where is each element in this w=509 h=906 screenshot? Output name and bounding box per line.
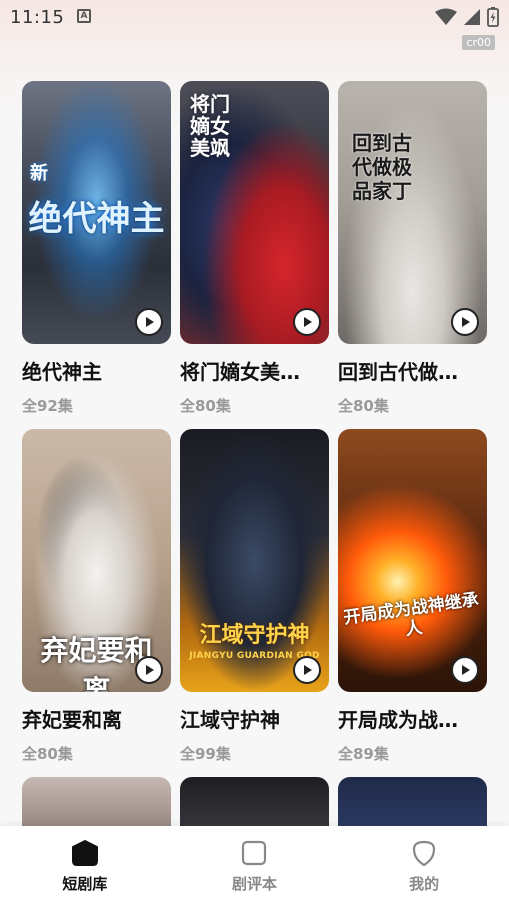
poster-title: 绝代神主 — [28, 199, 165, 239]
shield-icon — [413, 840, 436, 866]
play-icon — [462, 665, 470, 675]
drama-card[interactable]: 弃妃要和离 弃妃要和离 全80集 — [22, 429, 171, 764]
play-button[interactable] — [451, 308, 479, 336]
drama-card[interactable]: 开局成为战神继承人 开局成为战… 全89集 — [338, 429, 487, 764]
drama-title[interactable]: 绝代神主 — [22, 356, 171, 385]
drama-poster[interactable]: 弃妃要和离 — [22, 429, 171, 692]
status-bar: 11:15 A — [0, 0, 509, 36]
nav-label: 剧评本 — [231, 874, 277, 893]
poster-title: 回到古代做极品家丁 — [352, 131, 412, 203]
signal-icon — [464, 9, 480, 25]
drama-title[interactable]: 回到古代做… — [338, 356, 487, 385]
play-icon — [462, 317, 470, 327]
hexagon-icon — [71, 839, 98, 866]
poster-subtitle: 新 — [30, 163, 48, 184]
play-icon — [304, 665, 312, 675]
status-icons — [435, 7, 499, 27]
status-time: 11:15 — [10, 7, 65, 28]
nav-label: 短剧库 — [62, 874, 108, 893]
play-icon — [304, 317, 312, 327]
play-icon — [146, 317, 154, 327]
episode-count: 全80集 — [22, 745, 73, 763]
wifi-icon — [435, 8, 457, 25]
poster-art — [338, 81, 487, 344]
drama-poster[interactable]: 江域守护神 JIANGYU GUARDIAN GOD — [180, 429, 329, 692]
play-button[interactable] — [451, 656, 479, 684]
drama-poster[interactable]: 开局成为战神继承人 — [338, 429, 487, 692]
drama-card[interactable]: 绝代神主 新 绝代神主 全92集 — [22, 81, 171, 416]
episode-count: 全92集 — [22, 397, 73, 415]
nav-item-reviews[interactable]: 剧评本 — [194, 839, 314, 894]
nav-item-profile[interactable]: 我的 — [364, 839, 484, 894]
play-button[interactable] — [135, 308, 163, 336]
poster-title: 将门嫡女美飒 — [190, 92, 230, 160]
poster-art — [338, 429, 487, 692]
drama-title[interactable]: 将门嫡女美… — [180, 356, 329, 385]
drama-title[interactable]: 江域守护神 — [180, 704, 329, 733]
drama-poster[interactable]: 绝代神主 新 — [22, 81, 171, 344]
drama-title[interactable]: 弃妃要和离 — [22, 704, 171, 733]
episode-count: 全80集 — [180, 397, 231, 415]
play-icon — [146, 665, 154, 675]
episode-count: 全80集 — [338, 397, 389, 415]
nav-item-drama-library[interactable]: 短剧库 — [25, 839, 145, 894]
build-badge: cr00 — [462, 35, 495, 50]
play-button[interactable] — [135, 656, 163, 684]
battery-icon — [487, 7, 499, 27]
drama-card[interactable]: 江域守护神 JIANGYU GUARDIAN GOD 江域守护神 全99集 — [180, 429, 329, 764]
nav-label: 我的 — [409, 874, 440, 893]
notification-a-icon: A — [77, 9, 91, 23]
episode-count: 全89集 — [338, 745, 389, 763]
bottom-nav: 短剧库 剧评本 我的 — [0, 826, 509, 906]
play-button[interactable] — [293, 656, 321, 684]
poster-title: 江域守护神 — [199, 622, 310, 648]
square-icon — [242, 840, 267, 865]
drama-card[interactable]: 将门嫡女美飒 将门嫡女美… 全80集 — [180, 81, 329, 416]
drama-poster[interactable]: 回到古代做极品家丁 — [338, 81, 487, 344]
drama-title[interactable]: 开局成为战… — [338, 704, 487, 733]
drama-poster[interactable]: 将门嫡女美飒 — [180, 81, 329, 344]
drama-card[interactable]: 回到古代做极品家丁 回到古代做… 全80集 — [338, 81, 487, 416]
play-button[interactable] — [293, 308, 321, 336]
episode-count: 全99集 — [180, 745, 231, 763]
